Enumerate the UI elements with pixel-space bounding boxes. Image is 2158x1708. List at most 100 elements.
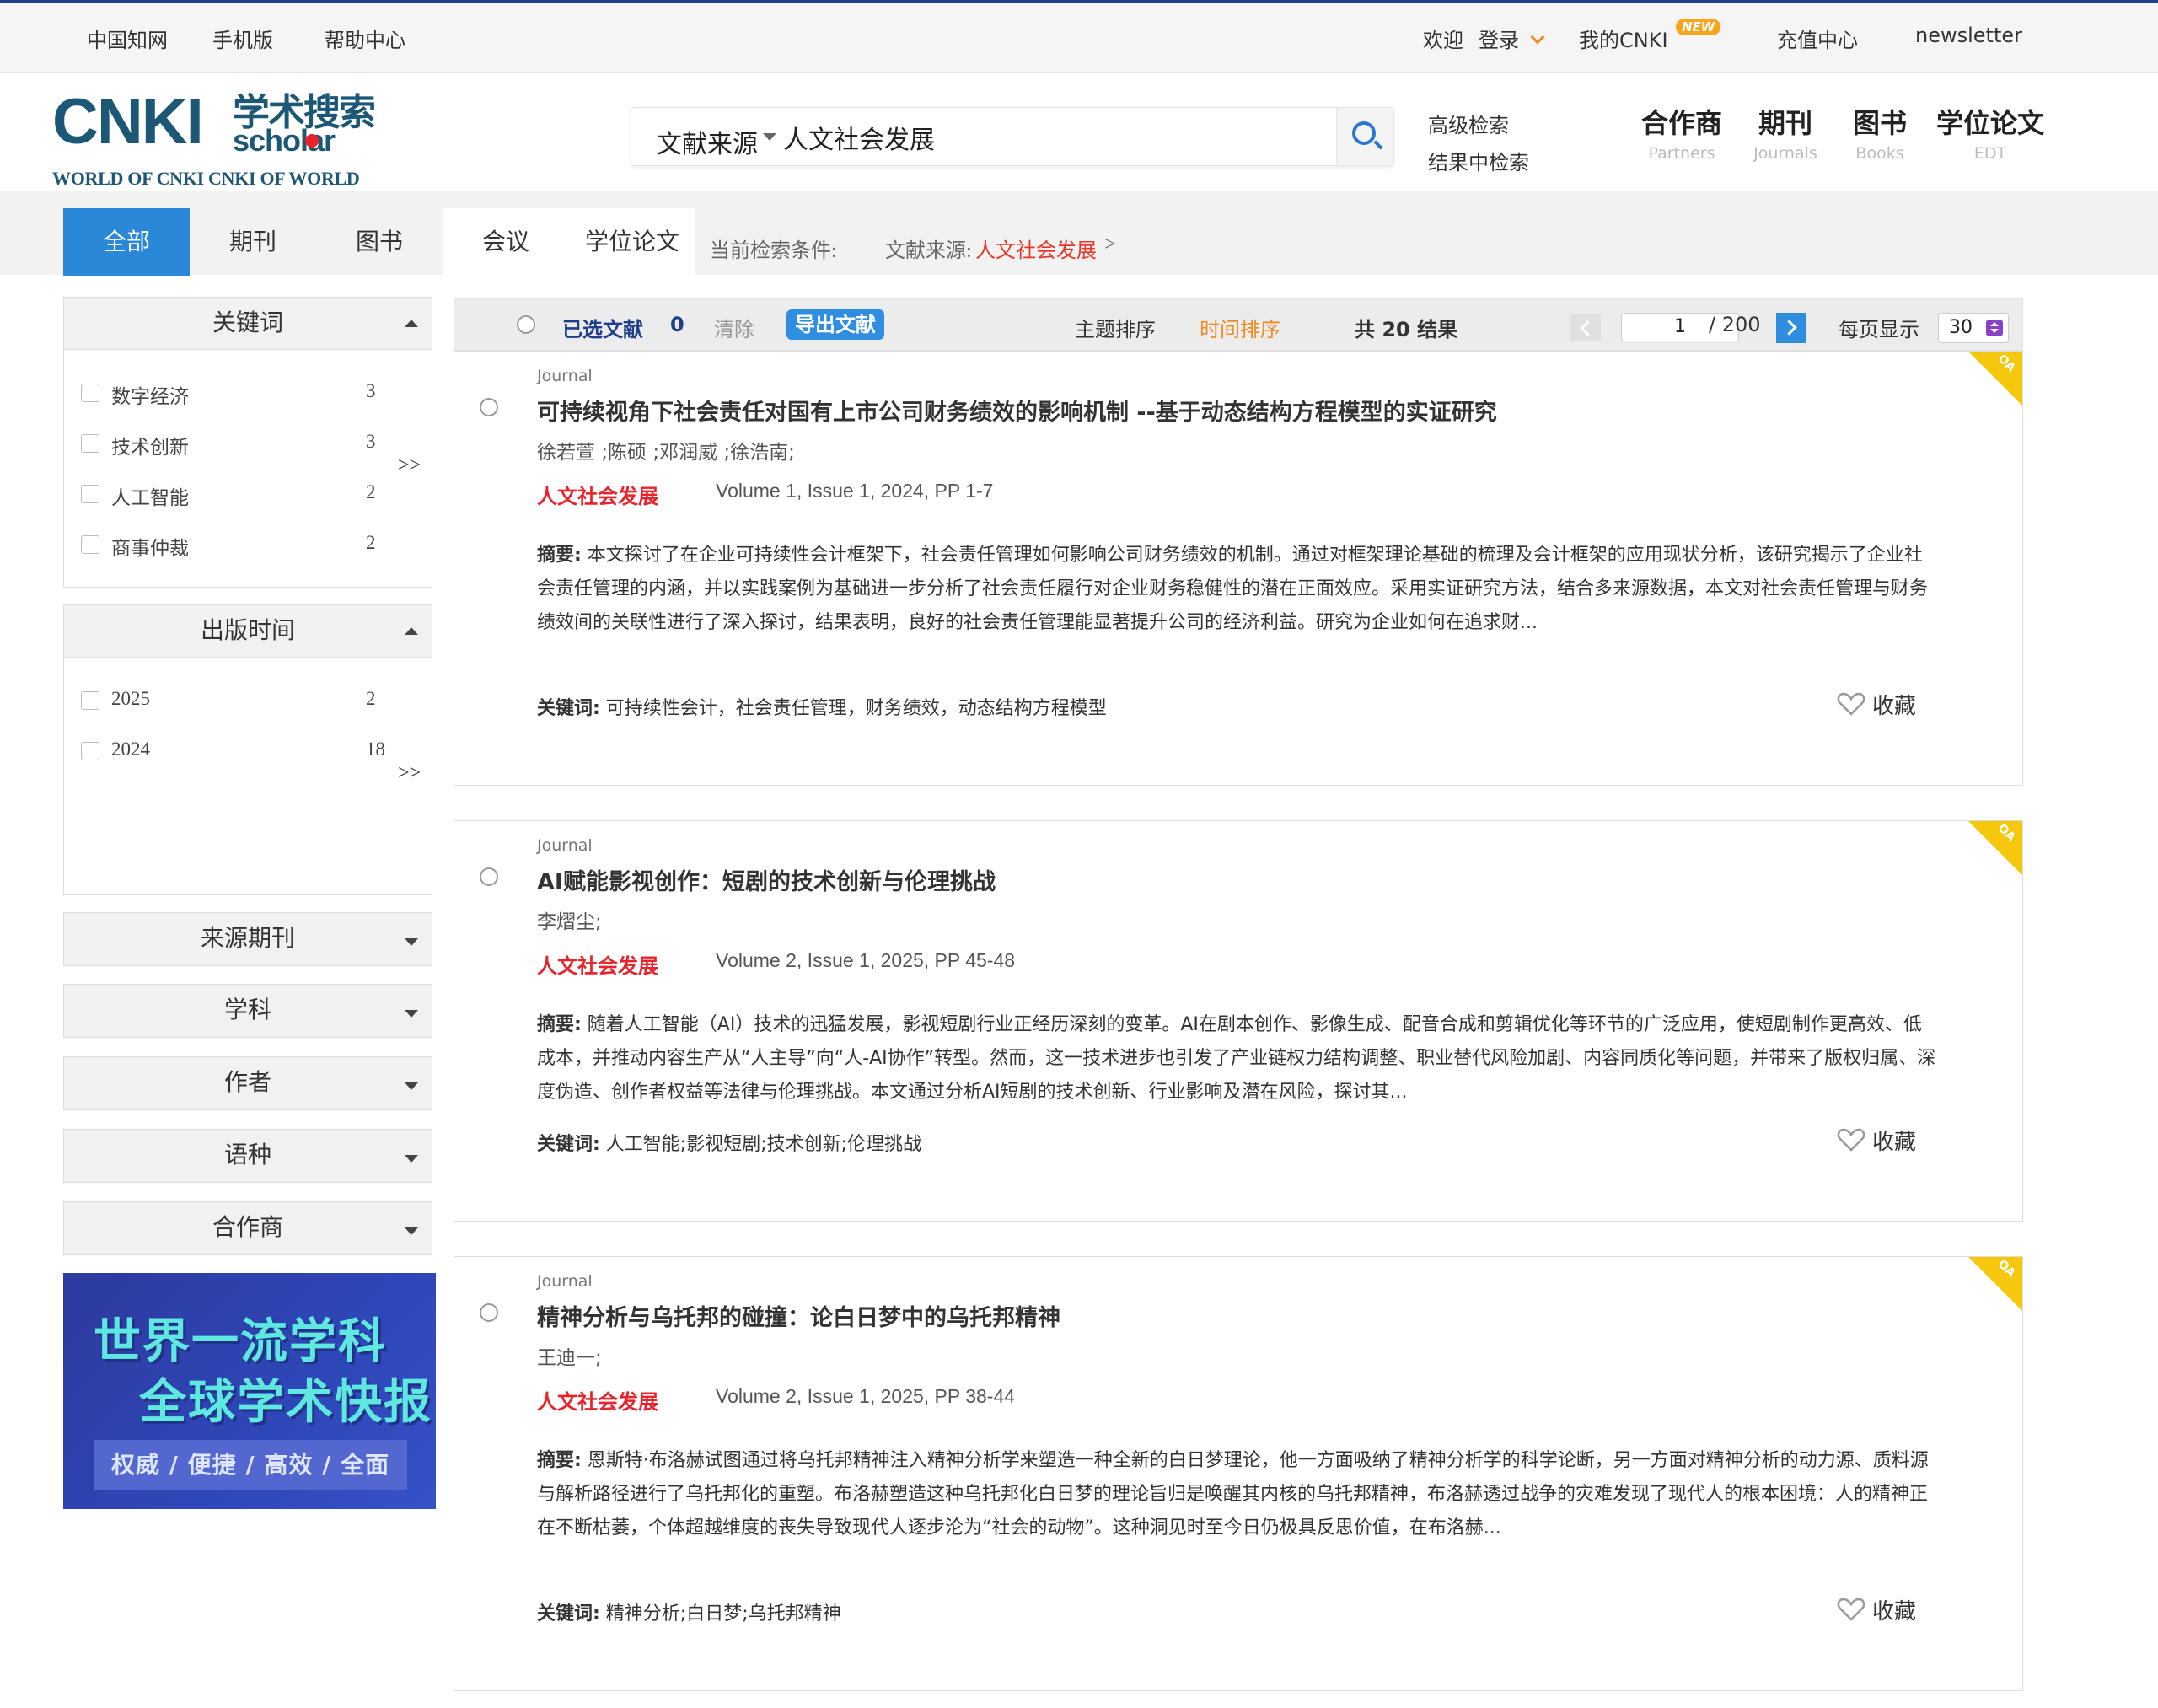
result-total: 共 20 结果	[1355, 318, 1458, 341]
tab-books[interactable]: 图书	[316, 208, 443, 276]
search-icon	[1352, 121, 1376, 145]
search-condition-field: 文献来源:	[885, 240, 972, 262]
result-authors[interactable]: 李熠尘;	[537, 905, 602, 934]
my-cnki-link[interactable]: 我的CNKI	[1579, 24, 1668, 53]
nav-books[interactable]: 图书 Books	[1846, 102, 1914, 163]
advanced-search-link[interactable]: 高级检索	[1428, 109, 1509, 138]
result-keywords: 关键词: 精神分析;白日梦;乌托邦精神	[537, 1603, 841, 1625]
tab-journals[interactable]: 期刊	[190, 208, 316, 276]
link-help-center[interactable]: 帮助中心	[325, 24, 405, 53]
top-bar: 中国知网 手机版 帮助中心 欢迎 登录 我的CNKI NEW 充值中心 news…	[0, 3, 2158, 73]
facet-source-journal[interactable]: 来源期刊	[63, 912, 432, 966]
prev-page-button[interactable]	[1570, 314, 1601, 341]
next-page-button[interactable]	[1776, 313, 1806, 343]
result-card: OA Journal AI赋能影视创作：短剧的技术创新与伦理挑战 李熠尘; 人文…	[454, 820, 2023, 1222]
nav-partners[interactable]: 合作商 Partners	[1640, 102, 1724, 163]
recharge-link[interactable]: 充值中心	[1777, 24, 1858, 53]
checkbox[interactable]	[81, 691, 99, 710]
nav-edt[interactable]: 学位论文 EDT	[1935, 102, 2045, 163]
checkbox[interactable]	[81, 535, 99, 554]
result-title[interactable]: 可持续视角下社会责任对国有上市公司财务绩效的影响机制 --基于动态结构方程模型的…	[537, 394, 1497, 427]
heart-icon	[1837, 1128, 1865, 1152]
facet-partner[interactable]: 合作商	[63, 1201, 432, 1255]
result-source[interactable]: 人文社会发展	[537, 480, 658, 509]
favorite-button[interactable]: 收藏	[1837, 689, 1916, 720]
search-within-results-link[interactable]: 结果中检索	[1428, 146, 1529, 175]
nav-journals[interactable]: 期刊 Journals	[1747, 102, 1823, 163]
result-abstract: 摘要: 本文探讨了在企业可持续性会计框架下，社会责任管理如何影响公司财务绩效的机…	[537, 545, 1929, 633]
selected-count: 0	[670, 313, 684, 336]
result-source[interactable]: 人文社会发展	[537, 1385, 658, 1415]
search-box: 文献来源	[631, 107, 1394, 166]
result-card: OA Journal 可持续视角下社会责任对国有上市公司财务绩效的影响机制 --…	[454, 351, 2023, 786]
facet-subject[interactable]: 学科	[63, 984, 432, 1038]
collapse-up-icon[interactable]	[405, 320, 418, 327]
category-tabs: 全部 期刊 图书 会议 学位论文 当前检索条件: 文献来源: 人文社会发展 >	[0, 191, 2158, 276]
expand-down-icon[interactable]	[405, 1010, 418, 1018]
result-volume: Volume 2, Issue 1, 2025, PP 45-48	[716, 949, 1016, 971]
facet-keywords-more[interactable]: >>	[398, 454, 421, 477]
search-condition-value[interactable]: 人文社会发展	[975, 234, 1097, 263]
logo-red-dot	[305, 134, 319, 148]
sort-by-time[interactable]: 时间排序	[1200, 313, 1280, 342]
facet-keywords-header[interactable]: 关键词	[64, 298, 432, 350]
expand-down-icon[interactable]	[405, 1155, 418, 1163]
doc-type: Journal	[537, 836, 593, 855]
search-input[interactable]	[783, 118, 1272, 157]
promo-banner[interactable]: 世界一流学科 全球学术快报 权威 / 便捷 / 高效 / 全面	[63, 1273, 436, 1509]
sort-by-topic[interactable]: 主题排序	[1075, 313, 1156, 342]
expand-down-icon[interactable]	[405, 938, 418, 946]
facet-language[interactable]: 语种	[63, 1129, 432, 1183]
result-abstract: 摘要: 随着人工智能（AI）技术的迅猛发展，影视短剧行业正经历深刻的变革。AI在…	[537, 1014, 1936, 1103]
chevron-down-icon[interactable]	[1530, 30, 1545, 45]
facet-pubtime-more[interactable]: >>	[398, 762, 421, 785]
select-all-radio[interactable]	[517, 315, 535, 334]
caret-down-icon[interactable]	[763, 133, 776, 141]
tab-thesis[interactable]: 学位论文	[569, 208, 695, 276]
header: CNKI 学术搜索 scholar WORLD OF CNKI CNKI OF …	[0, 73, 2158, 190]
expand-down-icon[interactable]	[405, 1227, 418, 1235]
result-select-radio[interactable]	[480, 398, 498, 416]
tab-conference[interactable]: 会议	[443, 208, 569, 276]
result-abstract: 摘要: 恩斯特·布洛赫试图通过将乌托邦精神注入精神分析学来塑造一种全新的白日梦理…	[537, 1450, 1929, 1539]
selected-docs-label[interactable]: 已选文献	[562, 313, 643, 342]
expand-down-icon[interactable]	[405, 1082, 418, 1090]
checkbox[interactable]	[81, 384, 99, 402]
newsletter-link[interactable]: newsletter	[1915, 24, 2022, 47]
result-authors[interactable]: 徐若萱 ;陈硕 ;邓润威 ;徐浩南;	[537, 436, 795, 465]
per-page-select[interactable]: 30	[1938, 313, 2009, 343]
facet-pubtime-header[interactable]: 出版时间	[64, 605, 432, 658]
result-title[interactable]: AI赋能影视创作：短剧的技术创新与伦理挑战	[537, 863, 996, 896]
checkbox[interactable]	[81, 742, 99, 760]
favorite-button[interactable]: 收藏	[1837, 1125, 1916, 1156]
search-field-select[interactable]: 文献来源	[657, 123, 758, 160]
result-select-radio[interactable]	[480, 1303, 498, 1322]
select-arrows-icon	[1986, 320, 2003, 336]
result-source[interactable]: 人文社会发展	[537, 949, 658, 979]
new-badge: NEW	[1676, 19, 1721, 35]
cnki-scholar-logo[interactable]: CNKI 学术搜索 scholar WORLD OF CNKI CNKI OF …	[52, 90, 381, 190]
clear-button[interactable]: 清除	[714, 313, 754, 342]
checkbox[interactable]	[81, 485, 99, 503]
collapse-up-icon[interactable]	[405, 627, 418, 635]
result-title[interactable]: 精神分析与乌托邦的碰撞：论白日梦中的乌托邦精神	[537, 1299, 1060, 1332]
link-cnki-home[interactable]: 中国知网	[87, 24, 168, 53]
login-link[interactable]: 登录	[1479, 24, 1519, 53]
link-mobile[interactable]: 手机版	[212, 24, 273, 53]
heart-icon	[1837, 692, 1865, 716]
page-total: / 200	[1709, 313, 1761, 336]
doc-type: Journal	[537, 1272, 593, 1291]
tab-all[interactable]: 全部	[63, 208, 190, 276]
checkbox[interactable]	[81, 434, 99, 453]
result-authors[interactable]: 王迪一;	[537, 1341, 602, 1370]
facet-author[interactable]: 作者	[63, 1056, 432, 1110]
heart-icon	[1837, 1598, 1865, 1621]
favorite-button[interactable]: 收藏	[1837, 1594, 1916, 1625]
result-keywords: 关键词: 人工智能;影视短剧;技术创新;伦理挑战	[537, 1134, 922, 1155]
export-button[interactable]: 导出文献	[786, 309, 884, 340]
result-select-radio[interactable]	[480, 867, 498, 886]
result-volume: Volume 1, Issue 1, 2024, PP 1-7	[716, 480, 994, 502]
condition-arrow: >	[1104, 234, 1116, 255]
search-button[interactable]	[1336, 108, 1393, 165]
facet-pubtime: 出版时间 2025 2 2024 18 >>	[63, 604, 432, 895]
